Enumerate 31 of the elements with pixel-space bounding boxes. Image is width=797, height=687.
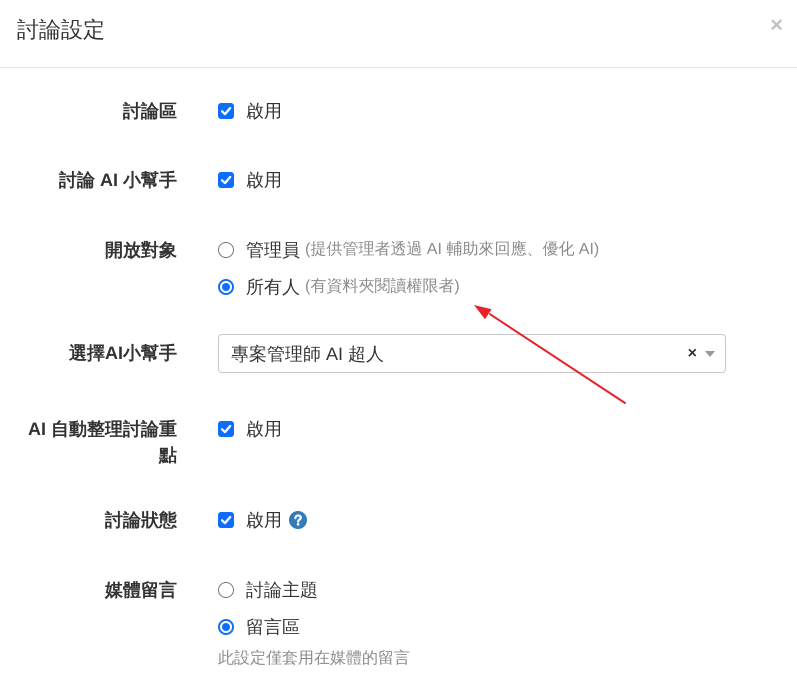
- field-label: AI 自動整理討論重點: [26, 418, 177, 467]
- radio-button[interactable]: [218, 279, 234, 295]
- field-label: 開放對象: [104, 239, 177, 262]
- radio-button[interactable]: [218, 242, 234, 258]
- checkbox[interactable]: [218, 421, 234, 437]
- option-note: (提供管理者透過 AI 輔助來回應、優化 AI): [305, 240, 600, 260]
- field-label: 討論狀態: [104, 509, 177, 532]
- field-label: 選擇AI小幫手: [68, 342, 177, 365]
- option-label: 啟用: [246, 418, 282, 441]
- option-label: 留言區: [246, 616, 300, 639]
- checkbox[interactable]: [218, 512, 234, 528]
- option-note: (有資料夾閱讀權限者): [305, 276, 460, 297]
- field-label: 媒體留言: [104, 579, 177, 602]
- radio-button[interactable]: [218, 582, 234, 598]
- dialog-title: 討論設定: [17, 16, 105, 44]
- assistant-select[interactable]: 專案管理師 AI 超人 ×: [218, 334, 726, 373]
- option-label: 討論主題: [246, 579, 318, 602]
- option-label: 啟用: [246, 100, 282, 123]
- field-label: 討論區: [122, 100, 177, 123]
- option-label: 啟用: [246, 509, 282, 532]
- checkbox[interactable]: [218, 103, 234, 119]
- field-label: 討論 AI 小幫手: [58, 169, 177, 192]
- help-text: 此設定僅套用在媒體的留言: [218, 648, 410, 669]
- option-label: 所有人: [246, 276, 300, 299]
- checkbox[interactable]: [218, 172, 234, 188]
- option-label: 啟用: [246, 169, 282, 192]
- radio-button[interactable]: [218, 619, 234, 635]
- help-icon[interactable]: [289, 511, 307, 529]
- caret-icon[interactable]: [705, 350, 715, 356]
- clear-button[interactable]: ×: [688, 346, 697, 362]
- option-label: 管理員: [246, 239, 300, 262]
